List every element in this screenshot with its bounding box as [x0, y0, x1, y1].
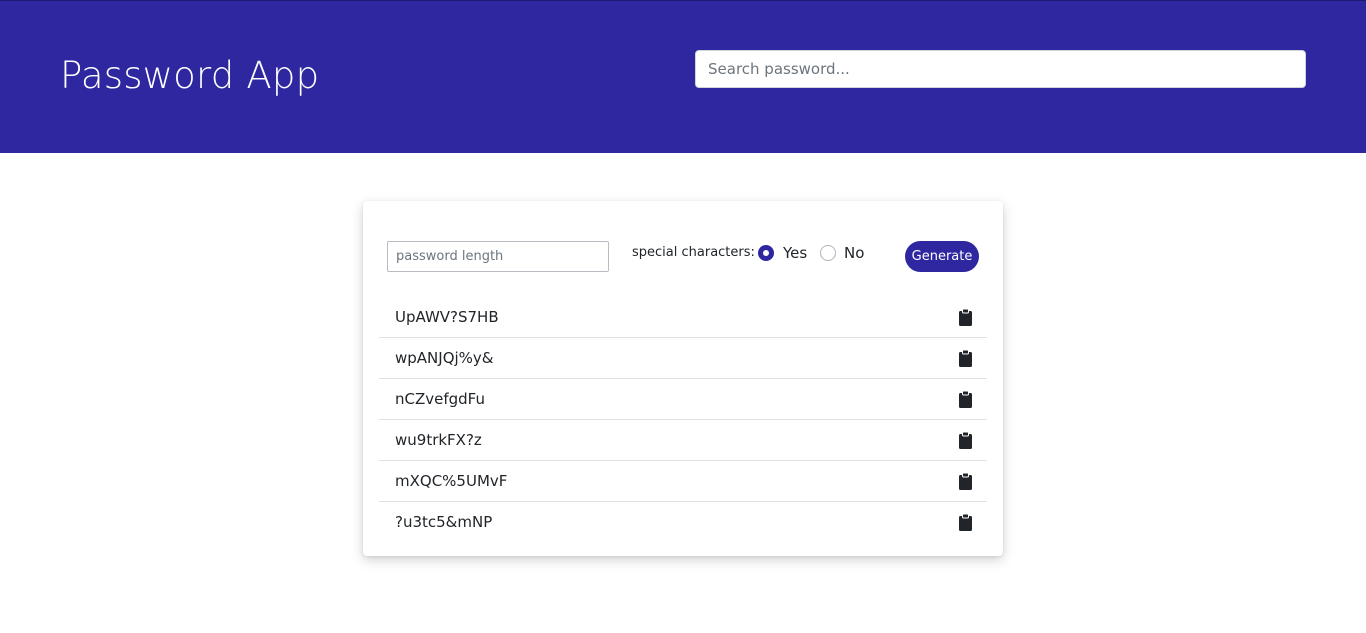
- copy-button[interactable]: [953, 429, 977, 451]
- password-row: mXQC%5UMvF: [379, 461, 987, 502]
- special-yes-label[interactable]: Yes: [783, 244, 807, 262]
- password-list: UpAWV?S7HB wpANJQj%y& nCZvefgdFu wu9trkF…: [379, 297, 987, 543]
- copy-button[interactable]: [953, 347, 977, 369]
- clipboard-icon: [958, 472, 972, 490]
- special-no-label[interactable]: No: [844, 244, 864, 262]
- special-characters-label: special characters:: [632, 245, 755, 260]
- generate-button[interactable]: Generate: [905, 241, 979, 272]
- password-value: wu9trkFX?z: [395, 431, 482, 449]
- special-no-radio[interactable]: [820, 245, 836, 261]
- app-title: Password App: [60, 54, 320, 97]
- special-yes-radio[interactable]: [758, 245, 774, 261]
- password-row: ?u3tc5&mNP: [379, 502, 987, 543]
- password-value: wpANJQj%y&: [395, 349, 494, 367]
- clipboard-icon: [958, 308, 972, 326]
- copy-button[interactable]: [953, 470, 977, 492]
- password-value: mXQC%5UMvF: [395, 472, 508, 490]
- password-value: nCZvefgdFu: [395, 390, 485, 408]
- copy-button[interactable]: [953, 511, 977, 533]
- password-generator-card: special characters: Yes No Generate UpAW…: [363, 201, 1003, 556]
- password-row: nCZvefgdFu: [379, 379, 987, 420]
- app-header: Password App: [0, 0, 1366, 153]
- password-row: UpAWV?S7HB: [379, 297, 987, 338]
- password-row: wu9trkFX?z: [379, 420, 987, 461]
- password-value: UpAWV?S7HB: [395, 308, 499, 326]
- search-input[interactable]: [695, 50, 1306, 88]
- copy-button[interactable]: [953, 306, 977, 328]
- password-length-input[interactable]: [387, 241, 609, 272]
- clipboard-icon: [958, 390, 972, 408]
- clipboard-icon: [958, 513, 972, 531]
- password-value: ?u3tc5&mNP: [395, 513, 493, 531]
- copy-button[interactable]: [953, 388, 977, 410]
- clipboard-icon: [958, 431, 972, 449]
- password-row: wpANJQj%y&: [379, 338, 987, 379]
- clipboard-icon: [958, 349, 972, 367]
